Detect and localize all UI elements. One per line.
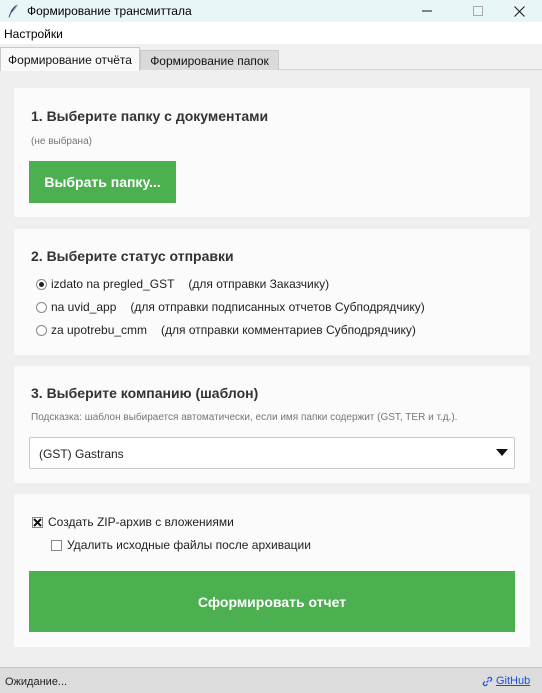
status-option-value: izdato na pregled_GST [51, 277, 175, 291]
maximize-button [455, 0, 501, 22]
options-section: Создать ZIP-архив с вложениями Удалить и… [14, 494, 530, 647]
zip-checkbox-label: Создать ZIP-архив с вложениями [48, 515, 234, 529]
status-option-hint: (для отправки подписанных отчетов Субпод… [130, 300, 425, 314]
status-option-gst[interactable]: izdato na pregled_GST (для отправки Зака… [36, 276, 329, 292]
zip-checkbox[interactable] [32, 516, 43, 528]
status-option-cmm[interactable]: za upotrebu_cmm (для отправки комментари… [36, 322, 416, 338]
delete-sources-option[interactable]: Удалить исходные файлы после архивации [51, 537, 311, 553]
dropdown-arrow-icon[interactable] [496, 449, 508, 456]
menu-settings[interactable]: Настройки [4, 27, 63, 41]
company-section-heading: 3. Выберите компанию (шаблон) [31, 385, 259, 401]
company-section: 3. Выберите компанию (шаблон) Подсказка:… [14, 366, 530, 483]
menu-bar: Настройки [0, 22, 542, 44]
radio-button[interactable] [36, 324, 47, 336]
github-link-label[interactable]: GitHub [496, 675, 530, 687]
status-option-hint: (для отправки Заказчику) [188, 277, 330, 291]
github-link[interactable]: GitHub [482, 675, 530, 687]
delete-checkbox-label: Удалить исходные файлы после архивации [67, 538, 311, 552]
folder-section-heading: 1. Выберите папку с документами [31, 108, 269, 124]
tab-strip: Формирование отчёта Формирование папок [0, 44, 542, 71]
window-title: Формирование трансмиттала [27, 4, 192, 18]
minimize-button[interactable] [404, 0, 450, 22]
status-option-value: na uvid_app [51, 300, 117, 314]
select-folder-button[interactable]: Выбрать папку... [29, 161, 176, 203]
title-bar: Формирование трансмиттала [0, 0, 542, 22]
tab-folders[interactable]: Формирование папок [140, 50, 279, 71]
status-option-value: za upotrebu_cmm [51, 323, 148, 337]
delete-checkbox[interactable] [51, 539, 62, 551]
status-section: 2. Выберите статус отправки izdato na pr… [14, 229, 530, 355]
link-icon [482, 676, 493, 686]
status-bar: Ожидание... GitHub [0, 667, 542, 693]
tab-report[interactable]: Формирование отчёта [0, 47, 140, 71]
folder-path-label: (не выбрана) [31, 136, 92, 147]
folder-section: 1. Выберите папку с документами (не выбр… [14, 88, 530, 217]
template-hint: Подсказка: шаблон выбирается автоматичес… [31, 412, 458, 423]
status-option-hint: (для отправки комментариев Субподрядчику… [161, 323, 416, 337]
template-selected-value: (GST) Gastrans [39, 447, 124, 461]
radio-button[interactable] [36, 301, 47, 313]
status-option-app[interactable]: na uvid_app (для отправки подписанных от… [36, 299, 425, 315]
zip-archive-option[interactable]: Создать ZIP-архив с вложениями [32, 514, 234, 530]
generate-report-button[interactable]: Сформировать отчет [29, 571, 515, 632]
status-section-heading: 2. Выберите статус отправки [31, 248, 234, 264]
quill-feather-icon [5, 3, 21, 19]
close-button[interactable] [496, 0, 542, 22]
radio-button[interactable] [36, 278, 47, 290]
status-text: Ожидание... [5, 676, 68, 688]
template-dropdown[interactable]: (GST) Gastrans [29, 437, 515, 469]
